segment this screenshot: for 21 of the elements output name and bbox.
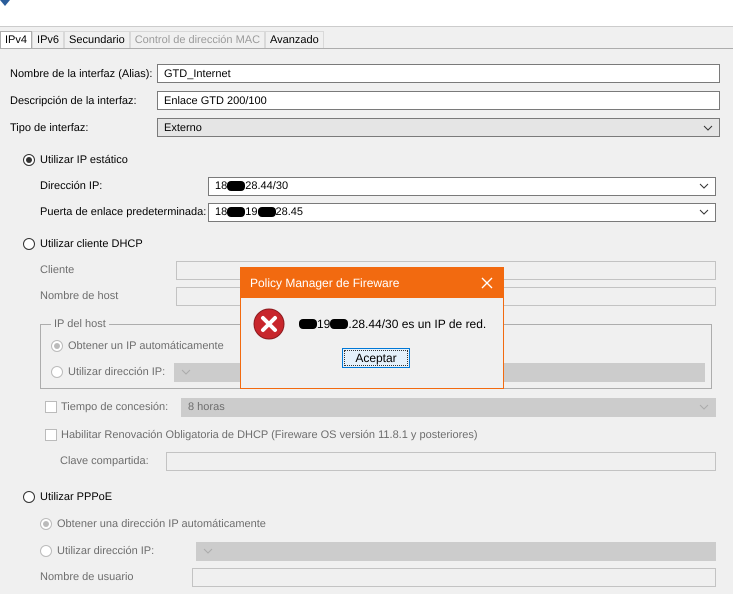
field-label: Clave compartida:: [60, 455, 150, 467]
dialog-title: Policy Manager de Fireware: [250, 276, 400, 290]
group-title: IP del host: [53, 318, 107, 330]
radio-label: Obtener una dirección IP automáticamente: [57, 518, 266, 530]
radio-label: Obtener un IP automáticamente: [68, 340, 224, 352]
field-label: Puerta de enlace predeterminada:: [40, 206, 208, 218]
radio-label: Utilizar IP estático: [40, 154, 128, 166]
radio-label: Utilizar PPPoE: [40, 491, 112, 503]
error-message: 19 .28.44/30 es un IP de red.: [299, 317, 486, 331]
field-label: Cliente: [40, 264, 76, 276]
radio-label: Utilizar dirección IP:: [57, 545, 156, 557]
field-label: Nombre de la interfaz (Alias):: [10, 68, 154, 80]
radio-label: Utilizar dirección IP:: [68, 366, 166, 378]
radio-label: Utilizar cliente DHCP: [40, 238, 143, 250]
field-label: Dirección IP:: [40, 180, 104, 192]
field-label: Nombre de usuario: [40, 571, 135, 583]
checkbox-label: Tiempo de concesión:: [61, 401, 170, 413]
field-label: Nombre de host: [40, 290, 120, 302]
field-label: Descripción de la interfaz:: [10, 94, 138, 106]
field-label: Tipo de interfaz:: [10, 122, 90, 134]
checkbox-label: Habilitar Renovación Obligatoria de DHCP (Fireware OS versión 11.8.1 y posteriores): [61, 429, 478, 441]
